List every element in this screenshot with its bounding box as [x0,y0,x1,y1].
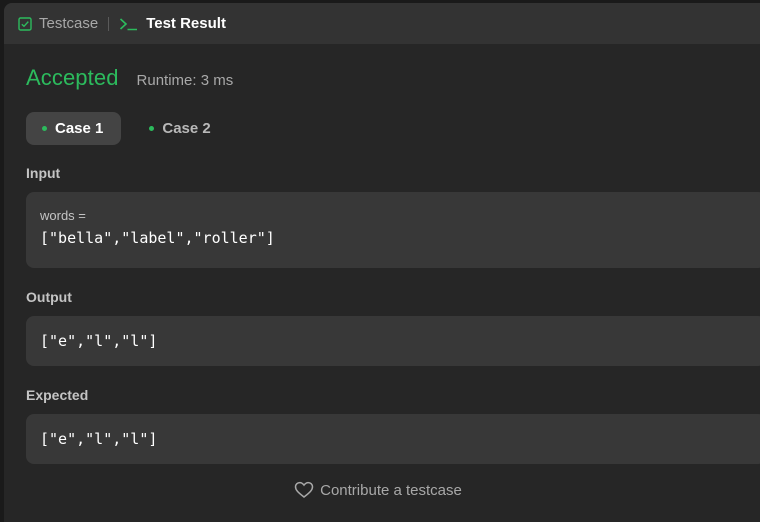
case-tabs: Case 1 Case 2 [26,112,760,145]
input-box: words = ["bella","label","roller"] [26,192,760,268]
contribute-testcase-button[interactable]: Contribute a testcase [4,481,760,499]
test-result-panel: Testcase Test Result Accepted Runtime: 3… [4,3,760,522]
input-var-name: words = [40,208,86,223]
terminal-icon [120,17,138,30]
checkbox-icon [18,16,32,31]
status-accepted: Accepted [26,65,119,90]
expected-value: ["e","l","l"] [40,430,158,448]
case-1-button[interactable]: Case 1 [26,112,122,145]
tab-divider [108,16,110,31]
tab-test-result-label: Test Result [146,15,226,32]
output-label: Output [26,289,72,305]
case-1-label: Case 1 [55,120,104,137]
input-label: Input [26,165,61,181]
panel-tab-bar: Testcase Test Result [4,3,760,44]
tab-testcase-label: Testcase [39,15,99,32]
runtime-text: Runtime: 3 ms [136,72,234,89]
pass-dot-icon [149,126,155,131]
output-value: ["e","l","l"] [40,332,158,350]
output-box: ["e","l","l"] [26,316,760,366]
contribute-label: Contribute a testcase [320,481,462,499]
expected-box: ["e","l","l"] [26,414,760,464]
expected-label: Expected [26,387,89,403]
result-summary: Accepted Runtime: 3 ms [26,65,760,95]
pass-dot-icon [42,126,47,131]
input-value: ["bella","label","roller"] [40,229,275,247]
tab-test-result[interactable]: Test Result [119,15,226,32]
heart-icon [294,481,314,498]
result-content: Accepted Runtime: 3 ms Case 1 Case 2 Inp… [4,65,760,464]
tab-testcase[interactable]: Testcase [18,15,98,32]
case-2-button[interactable]: Case 2 [129,112,228,145]
case-2-label: Case 2 [162,120,211,137]
